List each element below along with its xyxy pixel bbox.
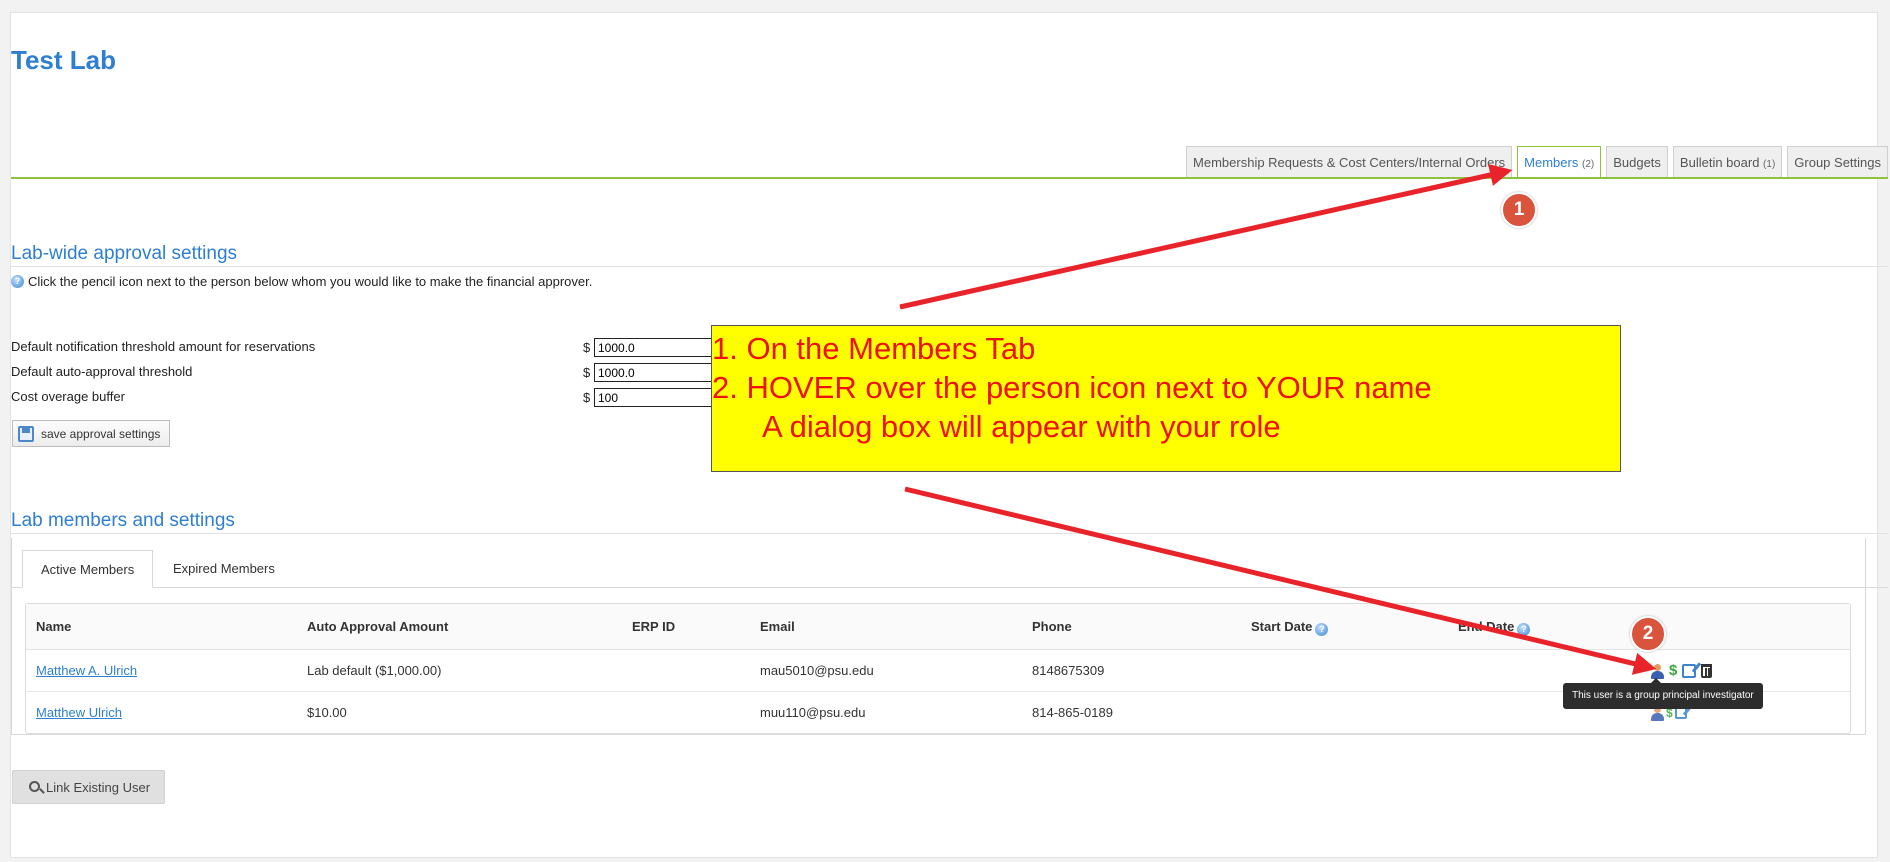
lab-tabs: Membership Requests & Cost Centers/Inter… [1186, 146, 1888, 179]
auto-approval-value: $10.00 [307, 705, 347, 720]
tab-expired-members[interactable]: Expired Members [155, 550, 293, 588]
col-auto-approval[interactable]: Auto Approval Amount [307, 604, 448, 650]
question-icon[interactable]: ? [1315, 623, 1329, 636]
phone-value: 8148675309 [1032, 663, 1105, 678]
person-icon[interactable] [1651, 663, 1664, 679]
members-table: Name Auto Approval Amount ERP ID Email P… [25, 603, 1851, 734]
instruction-callout: 1. On the Members Tab 2. HOVER over the … [711, 325, 1621, 472]
cost-overage-buffer-input[interactable] [594, 388, 724, 407]
col-phone[interactable]: Phone [1032, 604, 1072, 650]
setting-auto-approval-threshold: Default auto-approval threshold $ [11, 362, 724, 384]
email-value: muu110@psu.edu [760, 705, 866, 720]
tab-budgets[interactable]: Budgets [1606, 146, 1668, 177]
col-end-date[interactable]: End Date? [1458, 604, 1531, 650]
step-badge-2: 2 [1630, 616, 1666, 652]
row-actions: $ [1651, 663, 1713, 679]
link-existing-user-button[interactable]: Link Existing User [12, 770, 166, 804]
col-email[interactable]: Email [760, 604, 795, 650]
role-tooltip: This user is a group principal investiga… [1563, 678, 1763, 709]
email-value: mau5010@psu.edu [760, 663, 874, 678]
phone-value: 814-865-0189 [1032, 705, 1113, 720]
col-erp-id[interactable]: ERP ID [632, 604, 675, 650]
members-count: (2) [1581, 159, 1595, 170]
members-section-title: Lab members and settings [11, 510, 235, 531]
question-icon[interactable]: ? [11, 275, 24, 288]
col-name[interactable]: Name [36, 604, 71, 650]
table-header: Name Auto Approval Amount ERP ID Email P… [26, 604, 1850, 650]
lab-title: Test Lab [11, 45, 116, 75]
step-badge-1: 1 [1501, 192, 1537, 228]
tab-divider [11, 177, 1888, 179]
save-approval-settings-button[interactable]: save approval settings [12, 420, 171, 447]
auto-approval-threshold-input[interactable] [594, 363, 724, 382]
callout-line-2: 2. HOVER over the person icon next to YO… [712, 370, 1432, 405]
tab-group-settings[interactable]: Group Settings [1787, 146, 1888, 177]
notification-threshold-input[interactable] [594, 338, 724, 357]
question-icon[interactable]: ? [1517, 623, 1531, 636]
auto-approval-value: Lab default ($1,000.00) [307, 663, 442, 678]
approval-help-note: ? Click the pencil icon next to the pers… [11, 274, 592, 289]
members-section-rule [11, 533, 1888, 534]
tab-members[interactable]: Members (2) [1517, 146, 1602, 179]
setting-cost-overage-buffer: Cost overage buffer $ [11, 387, 724, 409]
member-name-link[interactable]: Matthew Ulrich [36, 705, 122, 720]
floppy-icon [18, 425, 34, 442]
tab-bulletin-board[interactable]: Bulletin board (1) [1672, 146, 1783, 177]
col-start-date[interactable]: Start Date? [1251, 604, 1329, 650]
tab-active-members[interactable]: Active Members [22, 550, 154, 588]
trash-icon[interactable] [1701, 664, 1713, 678]
bulletin-count: (1) [1763, 159, 1776, 170]
callout-line-3: A dialog box will appear with your role [762, 409, 1281, 444]
tab-membership-requests[interactable]: Membership Requests & Cost Centers/Inter… [1186, 146, 1513, 177]
approval-section-rule [11, 266, 1888, 267]
search-icon [29, 780, 40, 792]
dollar-icon[interactable]: $ [1669, 663, 1677, 679]
pencil-edit-icon[interactable] [1682, 664, 1697, 678]
callout-line-1: 1. On the Members Tab [712, 331, 1036, 366]
setting-notification-threshold: Default notification threshold amount fo… [11, 337, 724, 359]
approval-section-title: Lab-wide approval settings [11, 243, 238, 264]
member-name-link[interactable]: Matthew A. Ulrich [36, 663, 137, 678]
